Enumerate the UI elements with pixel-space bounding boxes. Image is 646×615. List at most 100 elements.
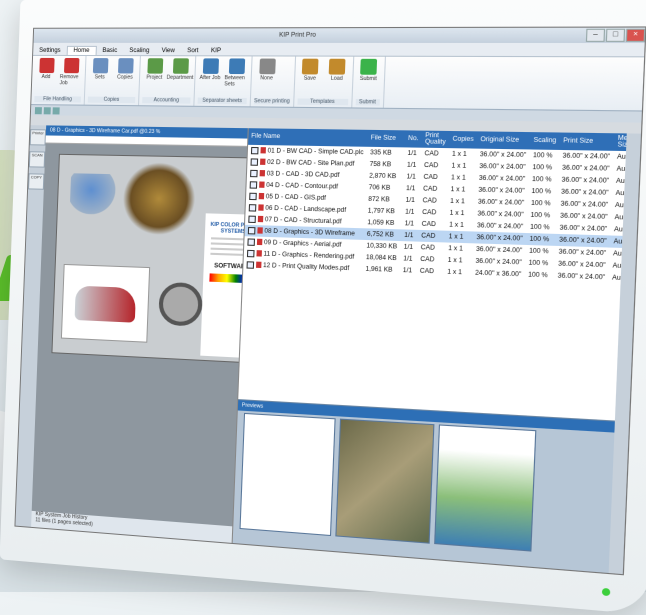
ribbon-button-label: Department <box>166 74 194 82</box>
side-tab-scan[interactable]: SCAN <box>28 151 46 168</box>
row-checkbox[interactable] <box>246 238 255 246</box>
zoom-icon[interactable] <box>43 106 51 114</box>
ribbon-button-label: Load <box>330 75 343 82</box>
ribbon: Add Remove Job File Handling Sets Copies Copi… <box>31 55 645 112</box>
menu-tab-home[interactable]: Home <box>66 45 97 56</box>
table-cell-no: 1/1 <box>403 255 413 263</box>
table-cell-quality: CAD <box>424 150 439 158</box>
column-header[interactable]: Print Size <box>559 132 615 151</box>
menu-tab-scaling[interactable]: Scaling <box>123 47 155 55</box>
pdf-file-icon <box>260 147 266 154</box>
row-checkbox[interactable] <box>246 249 255 258</box>
ribbon-group: Submit Submit <box>351 56 386 108</box>
ribbon-icon <box>301 58 319 75</box>
table-cell-scaling: 100 % <box>532 152 553 160</box>
ribbon-button-none[interactable]: None <box>255 58 279 82</box>
table-cell-scaling: 100 % <box>528 259 549 267</box>
close-button[interactable]: × <box>625 28 646 42</box>
side-tab-copy[interactable]: COPY <box>28 173 45 190</box>
ribbon-button-add[interactable]: Add <box>35 57 58 86</box>
monitor: KIP Print Pro – □ × Settings Home Basic Sca… <box>0 0 646 615</box>
preview-sheet[interactable]: KIP COLOR PRINT SYSTEMS SOFTWARE <box>51 153 271 364</box>
column-header[interactable]: File Size <box>367 129 406 148</box>
ribbon-button-between-sets[interactable]: Between Sets <box>224 58 248 88</box>
pdf-file-icon <box>256 250 262 258</box>
side-tab-printer[interactable]: Printer <box>29 129 47 146</box>
table-cell-scaling: 100 % <box>525 233 556 246</box>
rotate-icon[interactable] <box>34 106 42 114</box>
table-cell-copies: 1 x 1 <box>451 162 467 170</box>
table-cell-scaling: 100 % <box>527 271 548 279</box>
row-checkbox[interactable] <box>248 192 257 201</box>
table-cell-scaling: 100 % <box>528 247 549 255</box>
pdf-file-icon <box>259 159 266 166</box>
pdf-file-icon <box>257 216 263 223</box>
wireframe-art <box>69 173 124 216</box>
ribbon-group: Save Load Templates <box>293 56 354 108</box>
title-bar: KIP Print Pro – □ × <box>33 27 646 44</box>
thumbnail[interactable] <box>239 412 336 537</box>
app-window: KIP Print Pro – □ × Settings Home Basic Sca… <box>14 26 646 576</box>
table-cell-quality: CAD <box>422 209 437 216</box>
ribbon-group-label: Templates <box>297 98 348 106</box>
bearing-art <box>158 281 204 327</box>
preview-pane: 08 D - Graphics - 3D Wireframe Car.pdf @… <box>31 125 271 546</box>
table-cell-print: 36.00" x 24.00" <box>562 152 611 161</box>
column-header[interactable]: No. <box>404 130 423 148</box>
ribbon-button-submit[interactable]: Submit <box>356 58 381 82</box>
table-cell-no: 1/1 <box>404 220 415 228</box>
table-cell-copies: 1 x 1 <box>448 245 463 253</box>
ribbon-button-project[interactable]: Project <box>143 58 166 81</box>
row-checkbox[interactable] <box>250 146 259 155</box>
thumbnail[interactable] <box>433 424 536 552</box>
column-header[interactable]: Scaling <box>529 132 561 150</box>
menu-tab-basic[interactable]: Basic <box>96 47 123 55</box>
column-header[interactable]: Original Size <box>476 131 531 150</box>
row-checkbox[interactable] <box>250 158 258 166</box>
menu-tab-kip[interactable]: KIP <box>205 47 228 55</box>
ribbon-button-sets[interactable]: Sets <box>89 58 112 80</box>
table-cell-scaling: 100 % <box>531 188 552 196</box>
ribbon-button-department[interactable]: Department <box>166 58 194 82</box>
ribbon-button-label: Project <box>146 74 163 81</box>
column-header[interactable]: Copies <box>448 130 478 149</box>
row-checkbox[interactable] <box>247 215 256 223</box>
table-cell-quality: CAD <box>420 244 435 252</box>
ribbon-group-label: Secure printing <box>253 98 290 105</box>
row-checkbox[interactable] <box>248 204 256 212</box>
ribbon-button-label: Add <box>41 74 51 81</box>
ribbon-group: After Job Between Sets Separator sheets <box>194 56 253 107</box>
ribbon-button-copies[interactable]: Copies <box>114 58 137 81</box>
row-checkbox[interactable] <box>247 226 256 235</box>
column-header[interactable]: Print Quality <box>421 130 450 149</box>
window-title: KIP Print Pro <box>278 32 317 39</box>
table-cell-no: 1/1 <box>406 173 416 181</box>
fit-icon[interactable] <box>52 106 60 114</box>
table-cell-quality: CAD <box>420 256 435 263</box>
table-cell-quality: CAD <box>423 173 438 181</box>
ribbon-button-save[interactable]: Save <box>298 58 322 82</box>
table-cell-quality: CAD <box>422 197 437 205</box>
ribbon-button-load[interactable]: Load <box>325 58 350 82</box>
table-cell-scaling: 100 % <box>530 200 551 208</box>
maximize-button[interactable]: □ <box>605 28 626 42</box>
ribbon-group: Add Remove Job File Handling <box>31 55 87 105</box>
ribbon-icon <box>360 58 378 75</box>
ribbon-button-label: After Job <box>199 74 221 82</box>
menu-tab-view[interactable]: View <box>155 47 181 55</box>
row-checkbox[interactable] <box>249 169 258 178</box>
table-cell-print: 36.00" x 24.00" <box>561 164 610 173</box>
ribbon-group: Project Department Accounting <box>139 56 197 106</box>
ribbon-button-label: None <box>260 75 273 82</box>
minimize-button[interactable]: – <box>585 28 606 42</box>
row-checkbox[interactable] <box>246 261 254 269</box>
menu-tab-settings[interactable]: Settings <box>33 47 67 55</box>
thumbnail[interactable] <box>334 418 435 544</box>
table-cell-copies: 1 x 1 <box>447 257 463 264</box>
table-cell-size: 1,961 KB <box>365 265 393 274</box>
menu-tab-sort[interactable]: Sort <box>181 47 205 55</box>
column-header[interactable]: File Name <box>247 128 368 147</box>
ribbon-button-after-job[interactable]: After Job <box>198 58 222 87</box>
ribbon-button-remove-job[interactable]: Remove Job <box>60 57 83 86</box>
row-checkbox[interactable] <box>249 181 257 189</box>
